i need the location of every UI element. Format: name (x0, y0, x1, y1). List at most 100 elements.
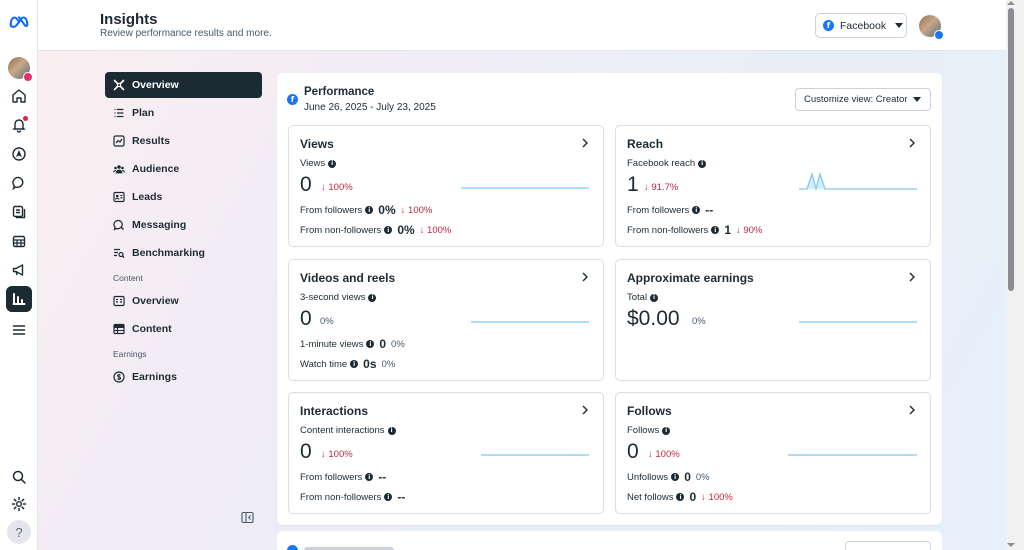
views-card[interactable]: Views Views i 0 ↓ 100% From followers i 0%… (288, 125, 604, 247)
chevron-right-icon[interactable] (908, 405, 916, 415)
platform-selector-label: Facebook (840, 19, 887, 32)
info-icon: i (676, 493, 685, 501)
card-title: Follows (627, 404, 672, 418)
metric-label: Follows i (627, 425, 671, 436)
metric-value: 0 (627, 440, 639, 463)
content-icon[interactable] (7, 200, 31, 224)
platform-selector[interactable]: f Facebook (815, 13, 907, 38)
messages-icon[interactable] (7, 171, 31, 195)
chevron-right-icon[interactable] (908, 138, 916, 148)
content-overview-icon (113, 295, 125, 307)
chevron-down-icon (913, 97, 921, 102)
help-icon[interactable]: ? (7, 520, 31, 544)
chevron-right-icon[interactable] (581, 138, 589, 148)
nav-item-label: Overview (132, 295, 179, 307)
metric-label: Content interactions i (300, 425, 396, 436)
sub-metric-row: From non-followers i 1 ↓ 90% (627, 223, 763, 237)
nav-item-label: Overview (132, 79, 179, 91)
sub-metric-row: From non-followers i 0% ↓ 100% (300, 223, 452, 237)
card-title: Interactions (300, 404, 369, 418)
account-avatar[interactable] (919, 15, 944, 40)
follows-card[interactable]: Follows Follows i 0 ↓ 100% Unfollows i 0 0… (615, 392, 931, 514)
info-icon: i (384, 226, 393, 234)
ads-icon[interactable] (7, 258, 31, 282)
customize-view-label: Customize view: Creator (804, 94, 908, 105)
metric-label: Views i (300, 158, 337, 169)
interactions-card[interactable]: Interactions Content interactions i 0 ↓ 1… (288, 392, 604, 514)
benchmarking-icon (113, 247, 125, 259)
create-icon[interactable] (7, 142, 31, 166)
scroll-up-arrow-icon[interactable] (1007, 1, 1015, 5)
sparkline (481, 454, 589, 456)
search-icon[interactable] (7, 465, 31, 489)
nav-item-plan[interactable]: Plan (105, 100, 262, 126)
videos-reels-card[interactable]: Videos and reels 3-second views i 0 0% 1-… (288, 259, 604, 381)
nav-item-messaging[interactable]: Messaging (105, 212, 262, 238)
menu-icon[interactable] (7, 318, 31, 342)
nav-item-results[interactable]: Results (105, 128, 262, 154)
nav-item-label: Results (132, 135, 170, 147)
card-title: Approximate earnings (627, 271, 754, 285)
chevron-right-icon[interactable] (908, 272, 916, 282)
home-icon[interactable] (7, 84, 31, 108)
collapse-sidebar-icon[interactable] (241, 511, 254, 524)
calendar-icon[interactable] (7, 229, 31, 253)
sub-metric-row: 1-minute views i 0 0% (300, 337, 405, 351)
card-title: Views (300, 137, 334, 151)
chevron-right-icon[interactable] (581, 272, 589, 282)
approximate-earnings-card[interactable]: Approximate earnings Total i $0.00 0% (615, 259, 931, 381)
sub-metric-row: From followers i -- (300, 470, 387, 484)
reach-card[interactable]: Reach Facebook reach i 1 ↓ 91.7% From fol… (615, 125, 931, 247)
info-icon: i (384, 493, 393, 501)
nav-item-earnings[interactable]: Earnings (105, 364, 262, 390)
nav-item-content[interactable]: Content (105, 316, 262, 342)
earnings-icon (113, 371, 125, 383)
content-table-icon (113, 323, 125, 335)
facebook-icon (287, 545, 298, 550)
metric-change: ↓ 100% (321, 182, 353, 193)
nav-item-leads[interactable]: Leads (105, 184, 262, 210)
info-icon: i (387, 426, 396, 435)
nav-item-label: Earnings (132, 371, 177, 383)
card-title: Reach (627, 137, 664, 151)
nav-item-label: Audience (132, 163, 180, 175)
settings-icon[interactable] (7, 492, 31, 516)
nav-item-label: Messaging (132, 219, 187, 231)
nav-item-audience[interactable]: Audience (105, 156, 262, 182)
info-icon: i (671, 473, 680, 481)
chevron-down-icon (895, 23, 904, 28)
metric-change: 0% (320, 316, 334, 327)
nav-item-benchmarking[interactable]: Benchmarking (105, 240, 262, 266)
metric-change: ↓ 100% (321, 449, 353, 460)
info-icon: i (650, 293, 659, 302)
next-panel-peek (277, 531, 942, 550)
nav-section-content: Content (113, 273, 143, 283)
facebook-icon: f (823, 20, 834, 31)
metric-change: 0% (692, 316, 706, 327)
sub-metric-row: Unfollows i 0 0% (627, 470, 710, 484)
nav-item-overview[interactable]: Overview (105, 72, 262, 98)
meta-logo-icon[interactable] (7, 9, 31, 33)
performance-title: Performance (304, 86, 375, 98)
page-title: Insights (100, 11, 158, 28)
sparkline (461, 187, 589, 189)
notifications-icon[interactable] (7, 113, 31, 137)
metric-label: Facebook reach i (627, 158, 707, 169)
page-subtitle: Review performance results and more. (100, 28, 272, 39)
scrollbar-thumb[interactable] (1008, 8, 1014, 291)
overview-icon (113, 79, 125, 91)
info-icon: i (328, 159, 337, 168)
chevron-right-icon[interactable] (581, 405, 589, 415)
info-icon: i (711, 226, 720, 234)
nav-item-content-overview[interactable]: Overview (105, 288, 262, 314)
insights-nav: Overview Plan Results Audience Leads Mes… (105, 72, 262, 392)
insights-icon[interactable] (6, 286, 32, 312)
icon-rail: ? (0, 0, 38, 550)
profile-avatar[interactable] (7, 56, 33, 82)
customize-view-dropdown[interactable]: Customize view: Creator (795, 88, 931, 111)
panel-action-button[interactable] (845, 541, 931, 550)
metric-change: ↓ 91.7% (644, 182, 679, 193)
scroll-down-arrow-icon[interactable] (1007, 543, 1015, 547)
card-title: Videos and reels (300, 271, 396, 285)
info-icon: i (692, 206, 701, 214)
